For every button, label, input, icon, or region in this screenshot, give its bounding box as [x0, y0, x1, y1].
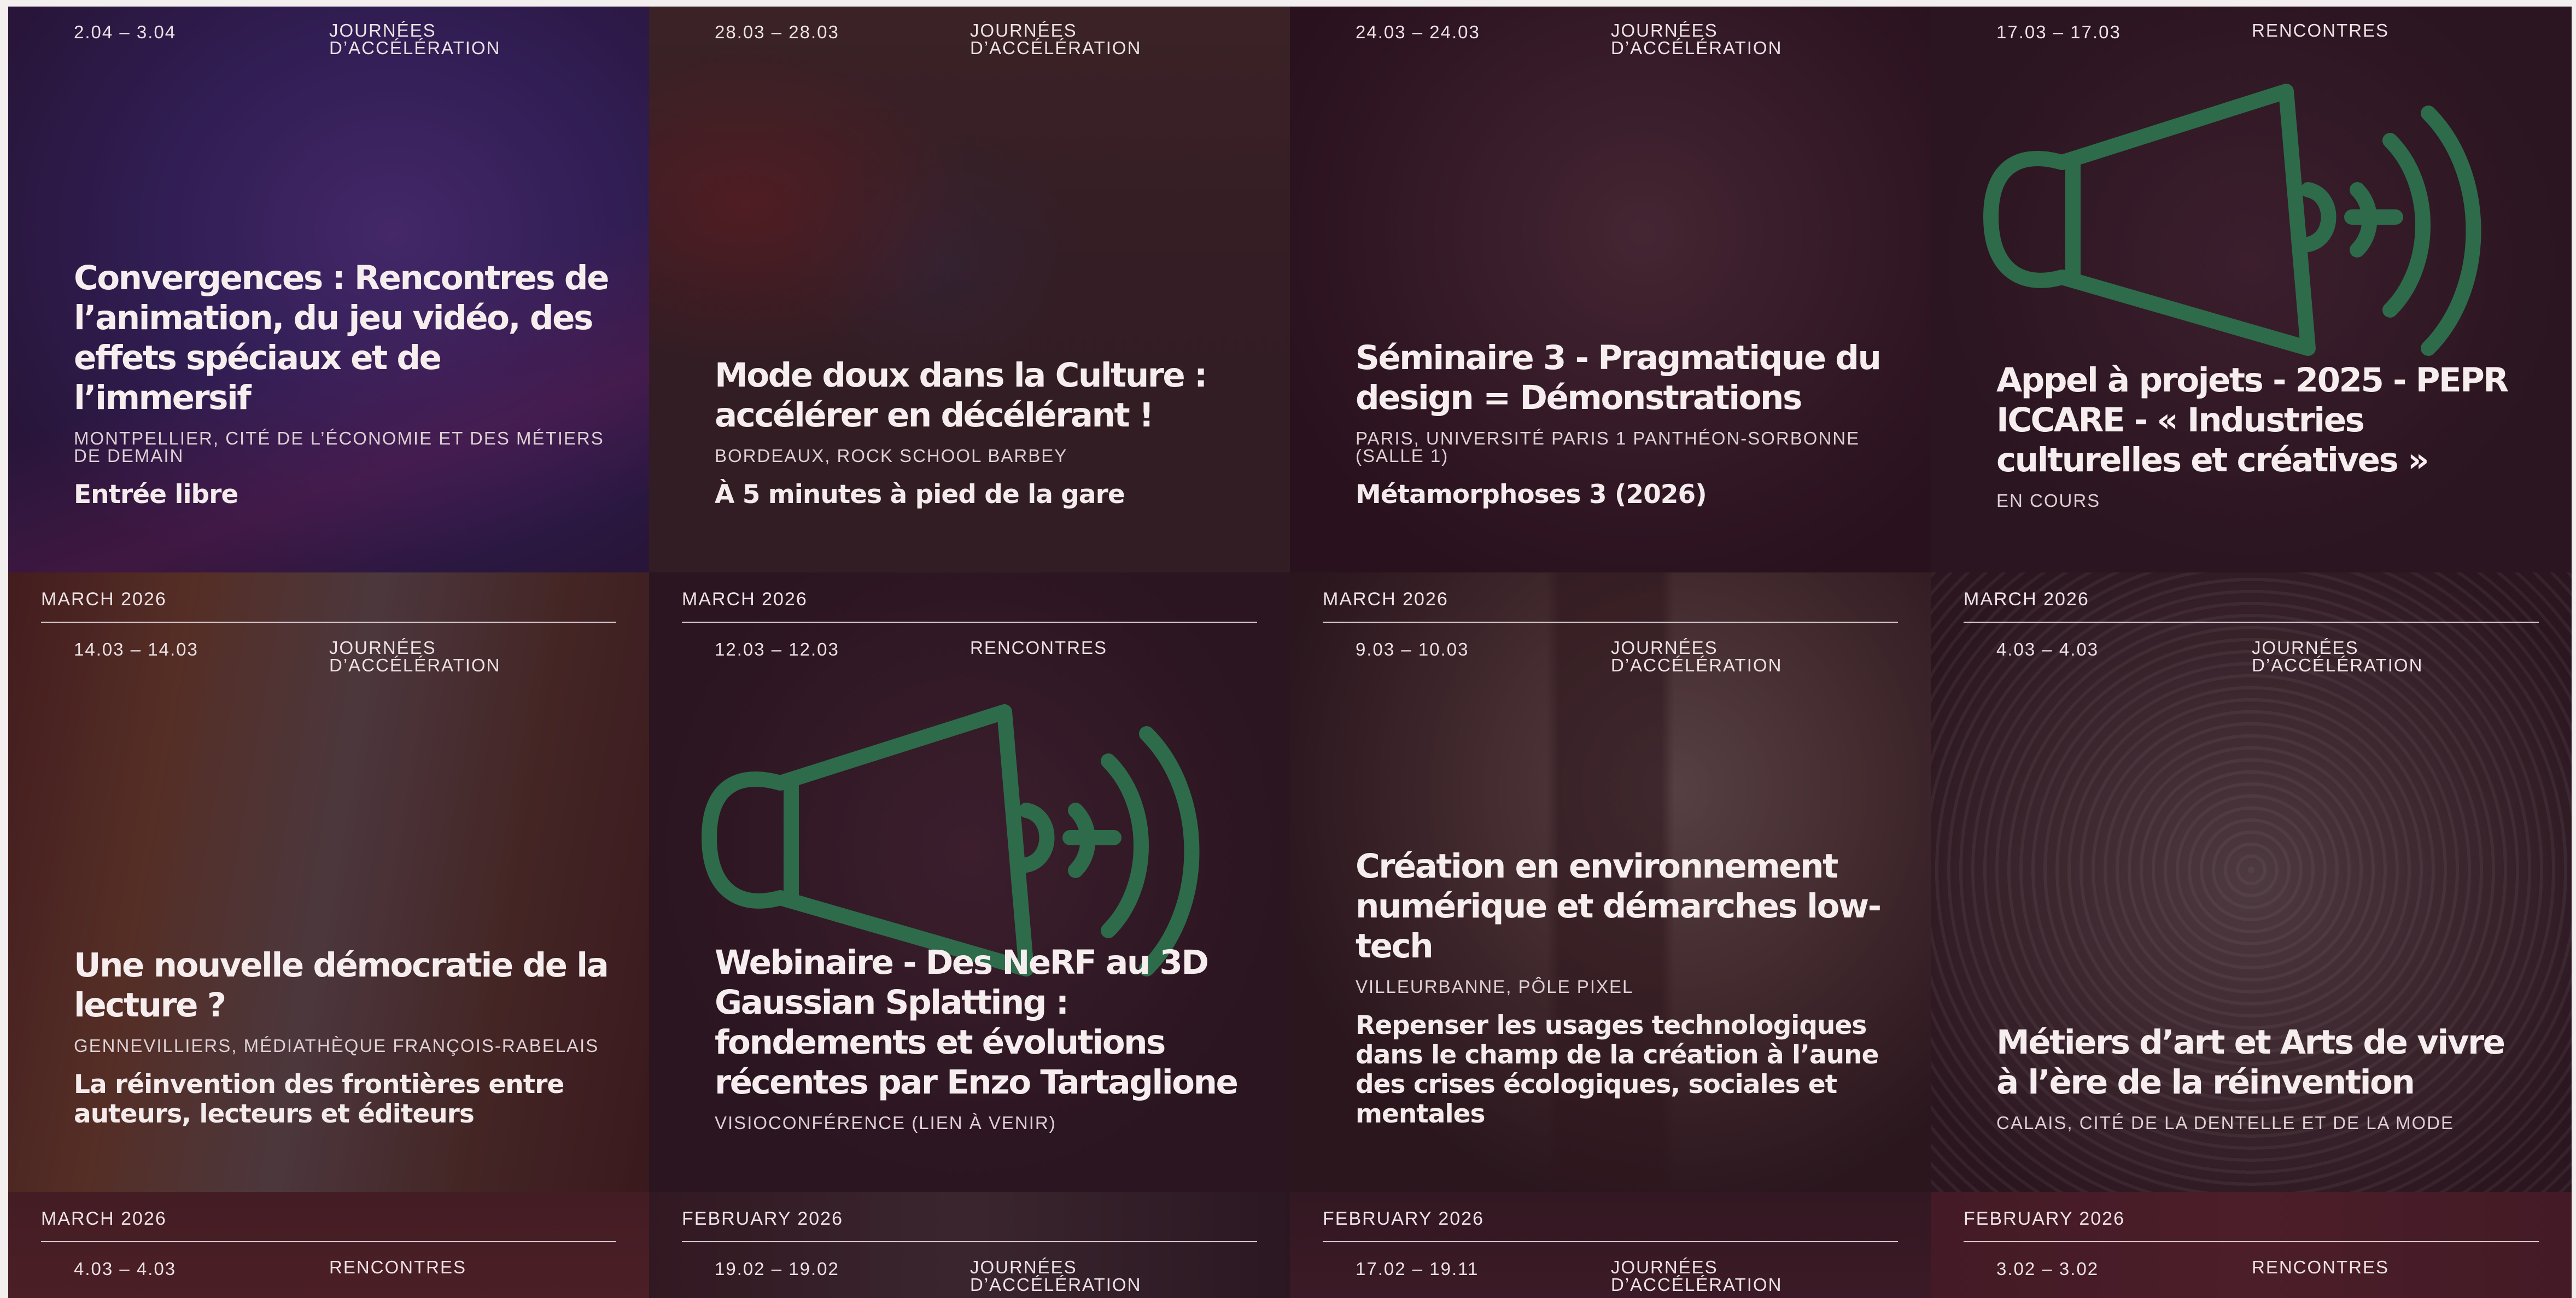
divider	[1323, 622, 1898, 623]
event-card[interactable]: FEBRUARY 2026 19.02 – 19.02 JOURNÉES D’A…	[649, 1192, 1290, 1298]
event-location: MONTPELLIER, CITÉ DE L’ÉCONOMIE ET DES M…	[74, 428, 604, 466]
event-note: Entrée libre	[74, 480, 238, 510]
event-dates: 19.02 – 19.02	[715, 1259, 839, 1279]
event-dates: 4.03 – 4.03	[1996, 639, 2099, 659]
event-category: JOURNÉES D’ACCÉLÉRATION	[970, 1257, 1142, 1295]
month-label: FEBRUARY 2026	[1323, 1208, 1484, 1229]
event-location: EN COURS	[1996, 490, 2101, 511]
event-category: JOURNÉES D’ACCÉLÉRATION	[329, 638, 501, 675]
event-card[interactable]: 24.03 – 24.03 JOURNÉES D’ACCÉLÉRATION Sé…	[1290, 7, 1931, 572]
event-card[interactable]: 2.04 – 3.04 JOURNÉES D’ACCÉLÉRATION Conv…	[8, 7, 649, 572]
event-title[interactable]: Appel à projets - 2025 - PEPR ICCARE - «…	[1996, 360, 2533, 480]
divider	[1964, 1241, 2539, 1242]
event-category: RENCONTRES	[2252, 1257, 2390, 1277]
event-dates: 28.03 – 28.03	[715, 22, 839, 42]
event-category: RENCONTRES	[2252, 20, 2390, 40]
event-category: JOURNÉES D’ACCÉLÉRATION	[1611, 638, 1783, 675]
event-title[interactable]: Séminaire 3 - Pragmatique du design = Dé…	[1356, 338, 1892, 418]
divider	[41, 622, 616, 623]
event-card[interactable]: FEBRUARY 2026 3.02 – 3.02 RENCONTRES	[1931, 1192, 2572, 1298]
event-location: VISIOCONFÉRENCE (LIEN À VENIR)	[715, 1113, 1056, 1133]
month-label: MARCH 2026	[41, 1208, 167, 1229]
event-card[interactable]: MARCH 2026 9.03 – 10.03 JOURNÉES D’ACCÉL…	[1290, 572, 1931, 1192]
event-title[interactable]: Mode doux dans la Culture : accélérer en…	[715, 355, 1252, 435]
event-category: JOURNÉES D’ACCÉLÉRATION	[1611, 1257, 1783, 1295]
divider	[682, 1241, 1257, 1242]
event-category: JOURNÉES D’ACCÉLÉRATION	[970, 20, 1142, 58]
event-category: RENCONTRES	[329, 1257, 467, 1277]
event-dates: 9.03 – 10.03	[1356, 639, 1469, 659]
event-card[interactable]: 28.03 – 28.03 JOURNÉES D’ACCÉLÉRATION Mo…	[649, 7, 1290, 572]
event-note: À 5 minutes à pied de la gare	[715, 480, 1125, 510]
divider	[41, 1241, 616, 1242]
divider	[1964, 622, 2539, 623]
event-card[interactable]: MARCH 2026 12.03 – 12.03 RENCONTRES Webi…	[649, 572, 1290, 1192]
event-title[interactable]: Une nouvelle démocratie de la lecture ?	[74, 945, 611, 1025]
month-label: FEBRUARY 2026	[1964, 1208, 2125, 1229]
month-label: FEBRUARY 2026	[682, 1208, 843, 1229]
event-dates: 3.02 – 3.02	[1996, 1259, 2099, 1279]
event-location: GENNEVILLIERS, MÉDIATHÈQUE FRANÇOIS-RABE…	[74, 1036, 599, 1056]
event-card[interactable]: MARCH 2026 14.03 – 14.03 JOURNÉES D’ACCÉ…	[8, 572, 649, 1192]
event-dates: 12.03 – 12.03	[715, 639, 839, 659]
month-label: MARCH 2026	[1323, 589, 1448, 610]
event-title[interactable]: Métiers d’art et Arts de vivre à l’ère d…	[1996, 1022, 2533, 1102]
event-card[interactable]: MARCH 2026 4.03 – 4.03 JOURNÉES D’ACCÉLÉ…	[1931, 572, 2572, 1192]
event-location: CALAIS, CITÉ DE LA DENTELLE ET DE LA MOD…	[1996, 1113, 2454, 1133]
event-title[interactable]: Webinaire - Des NeRF au 3D Gaussian Spla…	[715, 943, 1252, 1102]
event-category: JOURNÉES D’ACCÉLÉRATION	[1611, 20, 1783, 58]
event-note: Métamorphoses 3 (2026)	[1356, 480, 1707, 510]
event-card[interactable]: MARCH 2026 4.03 – 4.03 RENCONTRES	[8, 1192, 649, 1298]
event-title[interactable]: Convergences : Rencontres de l’animation…	[74, 258, 611, 418]
event-location: PARIS, UNIVERSITÉ PARIS 1 PANTHÉON-SORBO…	[1356, 428, 1860, 466]
event-location: VILLEURBANNE, PÔLE PIXEL	[1356, 977, 1634, 997]
month-label: MARCH 2026	[1964, 589, 2089, 610]
event-title[interactable]: Création en environnement numérique et d…	[1356, 846, 1892, 966]
event-note: Repenser les usages technologiques dans …	[1356, 1010, 1879, 1129]
event-dates: 17.02 – 19.11	[1356, 1259, 1479, 1279]
divider	[682, 622, 1257, 623]
event-location: BORDEAUX, ROCK SCHOOL BARBEY	[715, 446, 1068, 466]
event-dates: 17.03 – 17.03	[1996, 22, 2121, 42]
event-dates: 4.03 – 4.03	[74, 1259, 177, 1279]
month-label: MARCH 2026	[682, 589, 808, 610]
event-category: RENCONTRES	[970, 638, 1108, 658]
event-card[interactable]: FEBRUARY 2026 17.02 – 19.11 JOURNÉES D’A…	[1290, 1192, 1931, 1298]
event-dates: 24.03 – 24.03	[1356, 22, 1480, 42]
divider	[1323, 1241, 1898, 1242]
event-note: La réinvention des frontières entre aute…	[74, 1069, 564, 1129]
event-dates: 14.03 – 14.03	[74, 639, 198, 659]
events-grid: 2.04 – 3.04 JOURNÉES D’ACCÉLÉRATION Conv…	[8, 7, 2572, 1298]
month-label: MARCH 2026	[41, 589, 167, 610]
event-category: JOURNÉES D’ACCÉLÉRATION	[329, 20, 501, 58]
event-card[interactable]: 17.03 – 17.03 RENCONTRES Appel à projets…	[1931, 7, 2572, 572]
megaphone-icon	[1983, 84, 2481, 356]
event-dates: 2.04 – 3.04	[74, 22, 177, 42]
event-category: JOURNÉES D’ACCÉLÉRATION	[2252, 638, 2423, 675]
